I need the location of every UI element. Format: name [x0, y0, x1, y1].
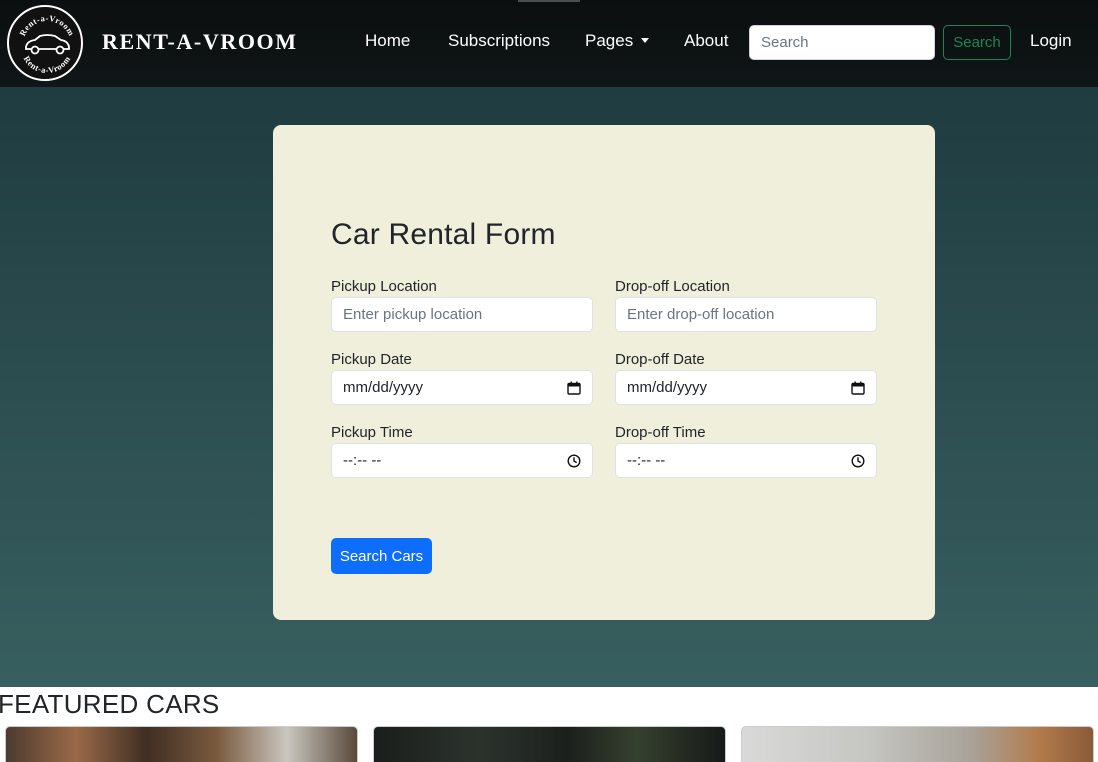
pickup-time-label: Pickup Time: [331, 424, 413, 441]
nav-about[interactable]: About: [684, 31, 728, 51]
dropoff-date-value: mm/dd/yyyy: [627, 379, 708, 396]
nav-pages-dropdown[interactable]: Pages: [585, 31, 650, 51]
featured-car-card[interactable]: [741, 726, 1094, 762]
featured-car-card[interactable]: [373, 726, 726, 762]
nav-pages-label: Pages: [585, 31, 634, 50]
search-input[interactable]: [749, 25, 935, 60]
pickup-date-label: Pickup Date: [331, 351, 412, 368]
dropoff-date-input[interactable]: mm/dd/yyyy: [615, 370, 877, 405]
search-cars-button[interactable]: Search Cars: [331, 538, 432, 574]
dropoff-location-label: Drop-off Location: [615, 278, 730, 295]
car-icon: Rent-a-Vroom Rent-a-Vroom: [17, 13, 77, 75]
svg-text:Rent-a-Vroom: Rent-a-Vroom: [22, 54, 73, 75]
dropoff-time-value: --:-- --: [627, 452, 666, 469]
caret-down-icon: [641, 38, 650, 43]
clock-icon[interactable]: [851, 453, 865, 468]
logo[interactable]: Rent-a-Vroom Rent-a-Vroom: [7, 5, 83, 81]
calendar-icon[interactable]: [851, 381, 865, 395]
nav-home[interactable]: Home: [365, 31, 410, 51]
featured-car-card[interactable]: [5, 726, 358, 762]
pickup-date-input[interactable]: mm/dd/yyyy: [331, 370, 593, 405]
clock-icon[interactable]: [567, 453, 581, 468]
pickup-date-value: mm/dd/yyyy: [343, 379, 424, 396]
calendar-icon[interactable]: [567, 381, 581, 395]
nav-subscriptions[interactable]: Subscriptions: [448, 31, 550, 51]
featured-cars-heading: FEATURED CARS: [0, 689, 220, 719]
pickup-location-input[interactable]: [331, 297, 593, 332]
svg-text:Rent-a-Vroom: Rent-a-Vroom: [17, 13, 77, 38]
pickup-time-input[interactable]: --:-- --: [331, 443, 593, 478]
rental-form-card: Car Rental Form Pickup Location Drop-off…: [273, 125, 935, 620]
dropoff-date-label: Drop-off Date: [615, 351, 705, 368]
pickup-time-value: --:-- --: [343, 452, 382, 469]
brand-name[interactable]: RENT-A-VROOM: [102, 29, 298, 55]
pickup-location-label: Pickup Location: [331, 278, 437, 295]
dropoff-time-input[interactable]: --:-- --: [615, 443, 877, 478]
form-title: Car Rental Form: [331, 218, 556, 251]
dropoff-location-input[interactable]: [615, 297, 877, 332]
dropoff-time-label: Drop-off Time: [615, 424, 706, 441]
navbar: Rent-a-Vroom Rent-a-Vroom RENT-A-VROOM H…: [0, 0, 1098, 87]
hero-section: Car Rental Form Pickup Location Drop-off…: [0, 87, 1098, 687]
search-button[interactable]: Search: [943, 25, 1011, 60]
nav-login[interactable]: Login: [1030, 31, 1072, 51]
